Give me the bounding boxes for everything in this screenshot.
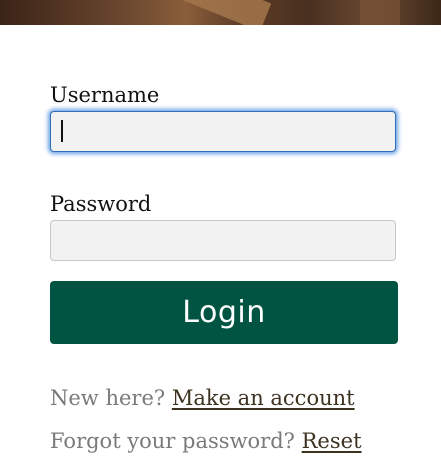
banner-wood-beam — [148, 0, 272, 25]
banner-wood-post — [360, 0, 400, 25]
forgot-password-prompt: Forgot your password? Reset — [50, 431, 362, 452]
new-here-text: New here? — [50, 386, 166, 410]
password-label: Password — [50, 192, 152, 216]
forgot-password-text: Forgot your password? — [50, 429, 295, 453]
header-banner-image — [0, 0, 441, 25]
login-page: Username Password Login New here? Make a… — [0, 0, 441, 460]
make-account-link[interactable]: Make an account — [172, 386, 355, 410]
password-input[interactable] — [50, 220, 396, 261]
text-caret — [61, 120, 63, 142]
login-button[interactable]: Login — [50, 281, 398, 344]
new-account-prompt: New here? Make an account — [50, 388, 355, 409]
username-input[interactable] — [50, 111, 396, 152]
reset-link[interactable]: Reset — [302, 429, 362, 453]
username-label: Username — [50, 83, 160, 107]
